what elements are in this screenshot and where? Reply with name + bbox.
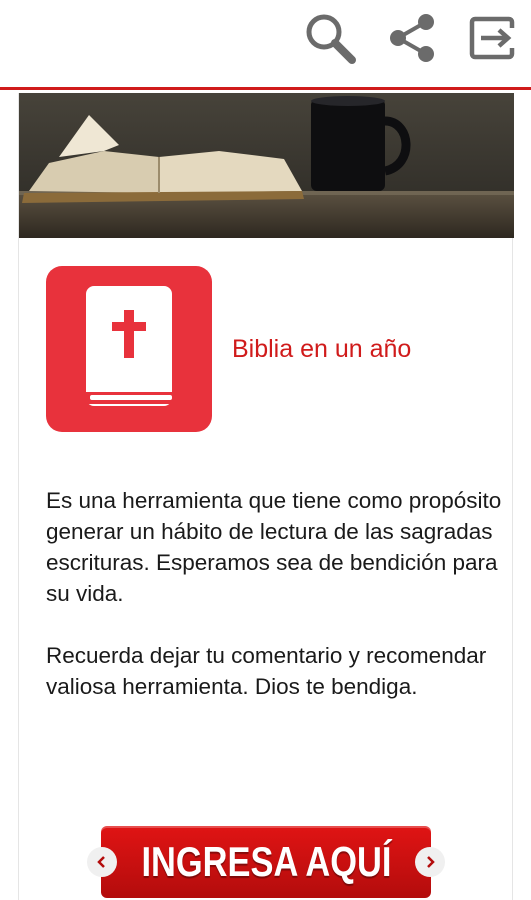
enter-button[interactable]: INGRESA AQUÍ	[87, 826, 445, 898]
app-logo-tile	[46, 266, 212, 432]
description-paragraph: Recuerda dejar tu comentario y recomenda…	[46, 643, 487, 699]
share-button[interactable]	[382, 10, 442, 70]
description: Es una herramienta que tiene como propós…	[46, 485, 506, 702]
chevron-right-icon	[415, 847, 445, 877]
description-paragraph: Es una herramienta que tiene como propós…	[46, 488, 502, 606]
top-toolbar	[0, 0, 531, 90]
share-icon	[384, 10, 440, 71]
exit-icon	[465, 11, 519, 70]
search-icon	[302, 10, 358, 71]
app-title: Biblia en un año	[232, 335, 412, 363]
bible-cross-icon	[46, 286, 212, 436]
content-card: Biblia en un año Es una herramienta que …	[18, 93, 514, 900]
exit-button[interactable]	[462, 10, 522, 70]
chevron-left-icon	[87, 847, 117, 877]
hero-image	[19, 93, 514, 238]
search-button[interactable]	[300, 10, 360, 70]
enter-button-label: INGRESA AQUÍ	[140, 838, 392, 885]
